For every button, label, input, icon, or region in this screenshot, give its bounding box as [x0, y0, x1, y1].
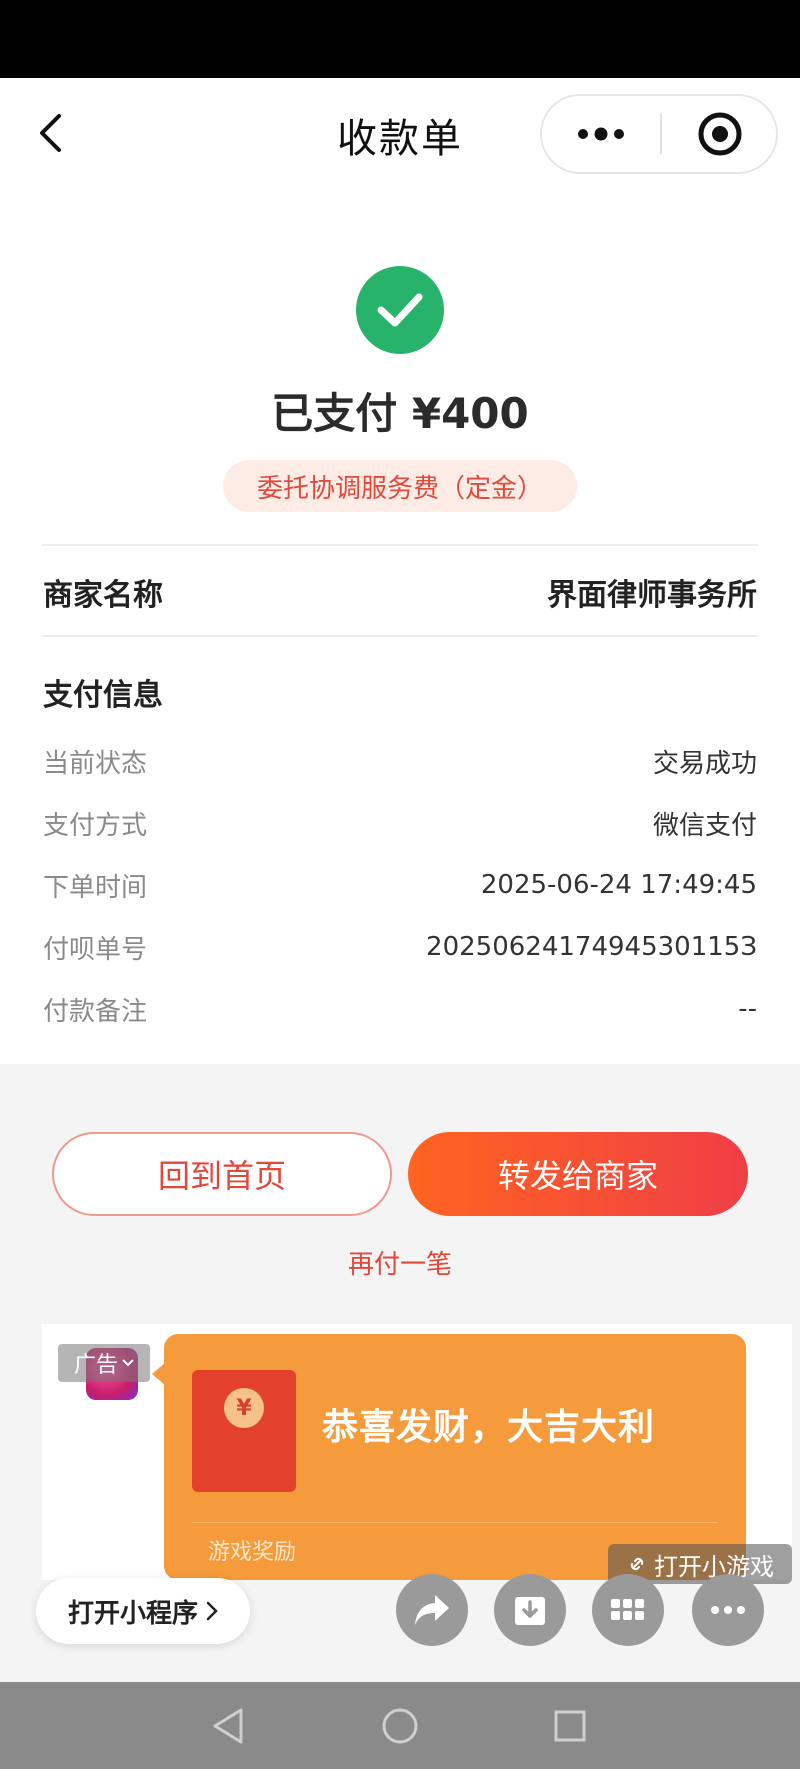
open-mini-program-label: 打开小程序 — [67, 1598, 198, 1629]
merchant-name: 界面律师事务所 — [547, 578, 757, 613]
divider — [192, 1522, 718, 1523]
status-bar — [0, 0, 800, 78]
record-target-icon[interactable] — [662, 96, 778, 172]
mini-program-capsule — [540, 94, 778, 174]
info-row-method: 支付方式 微信支付 — [43, 803, 757, 843]
more-horizontal-icon[interactable] — [692, 1574, 764, 1646]
info-label: 支付方式 — [43, 810, 148, 841]
info-value: 2025-06-24 17:49:45 — [480, 870, 757, 900]
info-label: 下单时间 — [43, 872, 148, 903]
paid-amount: 已支付 ¥400 — [271, 389, 529, 438]
ad-badge[interactable]: 广告 — [58, 1344, 150, 1382]
top-nav-bar: 收款单 — [0, 78, 800, 188]
info-label: 付呗单号 — [43, 934, 148, 965]
pay-again-link[interactable]: 再付一笔 — [0, 1244, 800, 1281]
info-row-order-number: 付呗单号 2025062417494530115З — [43, 927, 757, 967]
forward-to-merchant-button[interactable]: 转发给商家 — [408, 1132, 748, 1216]
download-icon[interactable] — [494, 1574, 566, 1646]
chevron-right-icon — [206, 1601, 218, 1621]
info-value: -- — [738, 994, 757, 1024]
info-label: 当前状态 — [43, 748, 148, 779]
share-arrow-icon[interactable] — [396, 1574, 468, 1646]
red-envelope-icon: ¥ — [192, 1370, 296, 1492]
info-value: 2025062417494530115З — [426, 932, 757, 962]
ad-badge-label: 广告 — [73, 1353, 118, 1378]
info-value: 微信支付 — [652, 810, 757, 841]
info-row-remark: 付款备注 -- — [43, 989, 757, 1029]
coin-icon: ¥ — [224, 1388, 264, 1428]
merchant-label: 商家名称 — [43, 578, 163, 613]
info-row-order-time: 下单时间 2025-06-24 17:49:45 — [43, 865, 757, 905]
info-row-status: 当前状态 交易成功 — [43, 741, 757, 781]
nav-home-circle-icon[interactable] — [378, 1704, 422, 1748]
pay-info-title: 支付信息 — [43, 678, 163, 713]
divider — [42, 635, 758, 637]
ad-headline: 恭喜发财，大吉大利 — [322, 1407, 656, 1448]
check-circle-icon — [356, 266, 444, 354]
info-value: 交易成功 — [652, 748, 757, 779]
ad-banner[interactable]: 广告 ¥ 恭喜发财，大吉大利 游戏奖励 — [42, 1324, 792, 1580]
system-navigation-bar — [0, 1682, 800, 1769]
link-icon — [630, 1557, 644, 1571]
divider — [42, 544, 758, 546]
back-home-button[interactable]: 回到首页 — [52, 1132, 392, 1216]
payment-description-badge: 委托协调服务费（定金） — [223, 460, 577, 512]
grid-apps-icon[interactable] — [592, 1574, 664, 1646]
nav-back-triangle-icon[interactable] — [206, 1704, 250, 1748]
ad-subtitle: 游戏奖励 — [208, 1540, 297, 1565]
nav-recents-square-icon[interactable] — [548, 1704, 592, 1748]
chevron-down-icon — [122, 1359, 134, 1367]
info-label: 付款备注 — [43, 996, 148, 1027]
more-dots-icon[interactable] — [542, 96, 660, 172]
open-mini-program-button[interactable]: 打开小程序 — [36, 1578, 250, 1644]
